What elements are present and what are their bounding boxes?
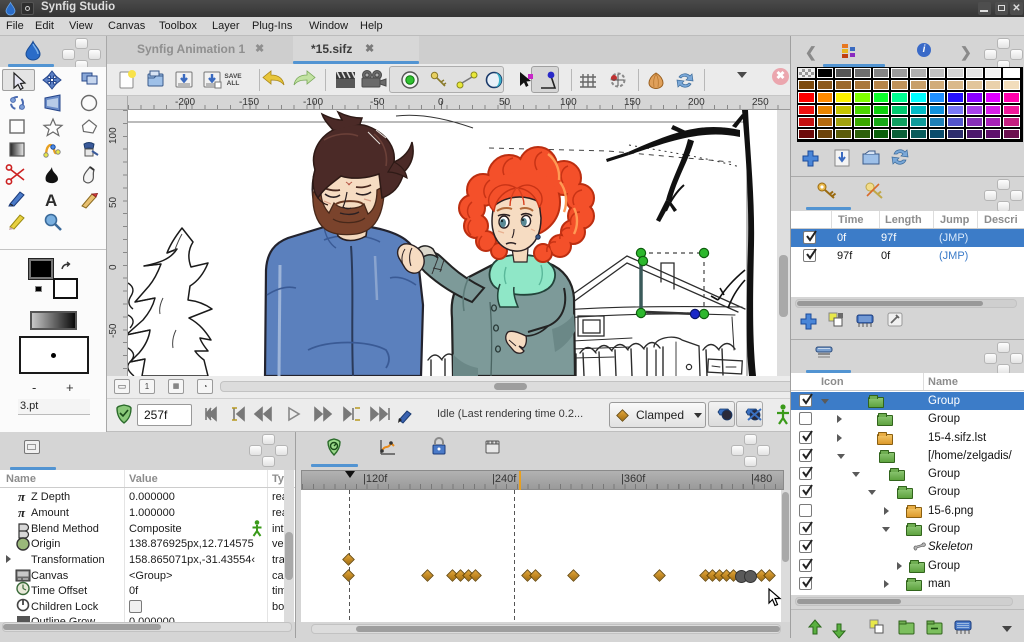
svg-text:SAVE: SAVE <box>224 73 242 80</box>
svg-text:A: A <box>45 191 57 210</box>
svg-text:π: π <box>18 489 26 504</box>
svg-text:π: π <box>18 505 26 520</box>
svg-text:ALL: ALL <box>227 80 240 87</box>
